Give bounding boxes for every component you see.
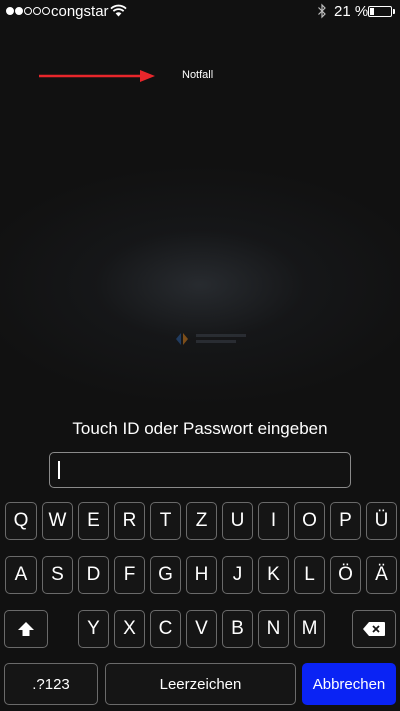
red-arrow-icon [39,70,155,82]
space-key[interactable]: Leerzeichen [105,663,296,705]
key-b[interactable]: B [222,610,253,648]
key-q[interactable]: Q [5,502,37,540]
signal-dot [33,7,41,15]
battery-icon [368,6,392,17]
key-t[interactable]: T [150,502,181,540]
emergency-button[interactable]: Notfall [182,69,213,81]
battery-level [370,8,374,15]
key-j[interactable]: J [222,556,253,594]
key-e[interactable]: E [78,502,109,540]
key-l[interactable]: L [294,556,325,594]
key-n[interactable]: N [258,610,289,648]
passcode-prompt: Touch ID oder Passwort eingeben [72,419,328,438]
shift-icon [18,622,34,636]
key-g[interactable]: G [150,556,181,594]
key-o-umlaut[interactable]: Ö [330,556,361,594]
wifi-icon [110,4,127,17]
carrier-name: congstar [51,3,109,20]
lock-screen: congstar 21 % Notfall Touch ID oder Pass… [0,0,400,711]
key-w[interactable]: W [42,502,73,540]
signal-dot [24,7,32,15]
bluetooth-icon [318,3,326,19]
key-h[interactable]: H [186,556,217,594]
signal-strength [6,7,50,15]
key-a[interactable]: A [5,556,37,594]
signal-dot [15,7,23,15]
key-m[interactable]: M [294,610,325,648]
key-o[interactable]: O [294,502,325,540]
key-x[interactable]: X [114,610,145,648]
key-c[interactable]: C [150,610,181,648]
status-bar: congstar 21 % [0,0,400,24]
battery-percentage: 21 % [334,3,369,20]
key-v[interactable]: V [186,610,217,648]
key-z[interactable]: Z [186,502,217,540]
delete-key[interactable] [352,610,396,648]
delete-icon [363,622,385,636]
key-u-umlaut[interactable]: Ü [366,502,397,540]
cancel-button[interactable]: Abbrechen [302,663,396,705]
numbers-key[interactable]: .?123 [4,663,98,705]
signal-dot [6,7,14,15]
battery-cap [393,9,395,14]
key-s[interactable]: S [42,556,73,594]
key-d[interactable]: D [78,556,109,594]
key-k[interactable]: K [258,556,289,594]
watermark-logo [176,333,246,345]
key-r[interactable]: R [114,502,145,540]
key-f[interactable]: F [114,556,145,594]
key-u[interactable]: U [222,502,253,540]
key-i[interactable]: I [258,502,289,540]
shift-key[interactable] [4,610,48,648]
passcode-field[interactable] [49,452,351,488]
key-a-umlaut[interactable]: Ä [366,556,397,594]
key-y[interactable]: Y [78,610,109,648]
text-cursor [58,461,60,479]
signal-dot [42,7,50,15]
key-p[interactable]: P [330,502,361,540]
